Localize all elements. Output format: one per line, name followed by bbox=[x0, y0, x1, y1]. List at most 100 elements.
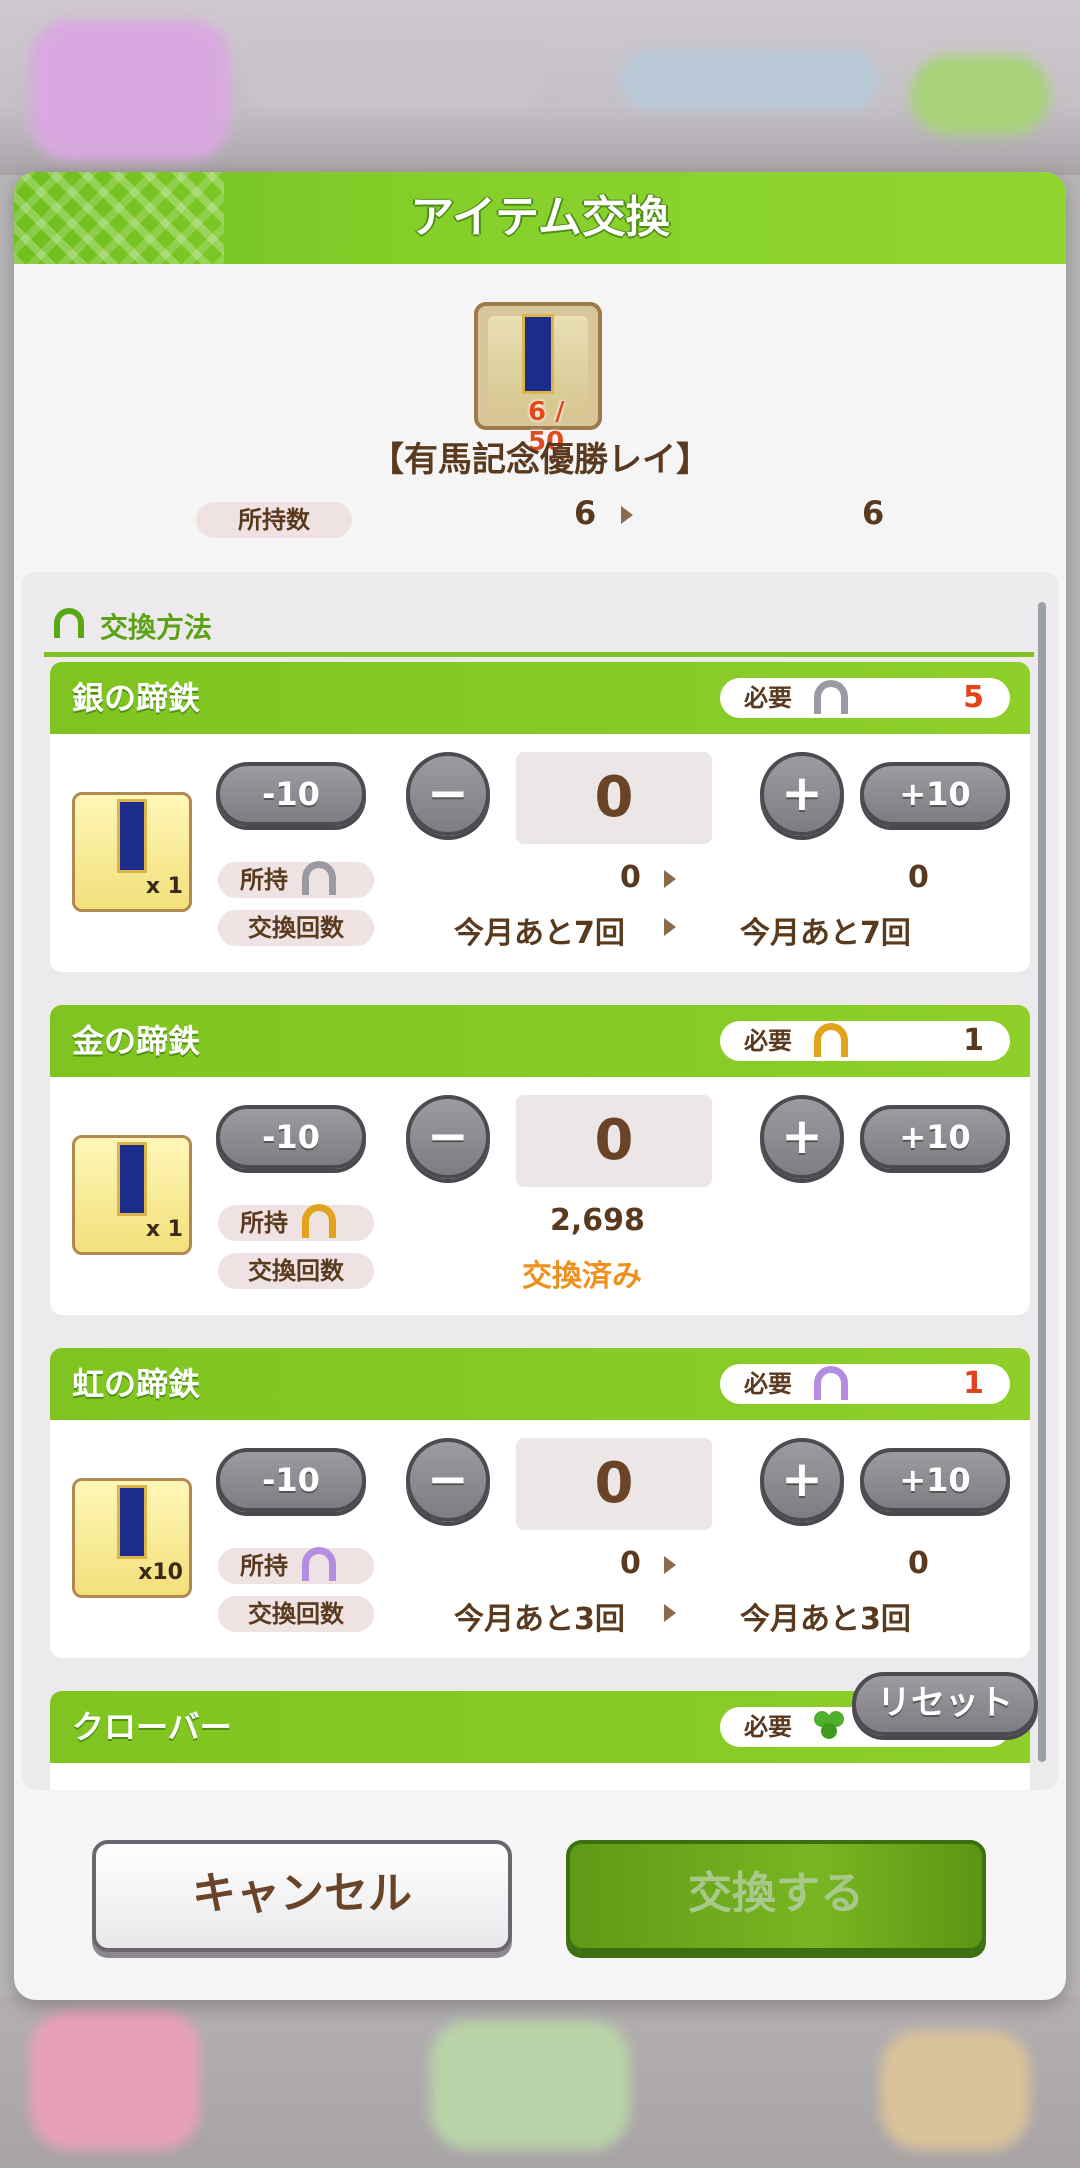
minus-button[interactable]: − bbox=[406, 1095, 490, 1179]
item-icon: 6 / 50 bbox=[474, 302, 602, 457]
card-body: x10 -10 − 0 + +10 所持 0 0 交換回数 今月あと3回 今月あ… bbox=[50, 1420, 1030, 1658]
card-header: 金の蹄鉄 必要 1 bbox=[50, 1005, 1030, 1077]
arrow-right-icon bbox=[664, 918, 676, 936]
background-blob bbox=[430, 2020, 630, 2150]
required-value: 1 bbox=[963, 1023, 984, 1058]
reward-thumbnail: x 1 bbox=[72, 1135, 192, 1255]
rainbow-horseshoe-icon bbox=[814, 1366, 848, 1400]
ribbon-icon bbox=[522, 314, 554, 394]
section-title: 交換方法 bbox=[100, 611, 213, 644]
gold-horseshoe-icon bbox=[814, 1023, 848, 1057]
arrow-right-icon bbox=[621, 506, 633, 524]
background-blob bbox=[30, 2010, 200, 2150]
card-header: 虹の蹄鉄 必要 1 bbox=[50, 1348, 1030, 1420]
card-title: 虹の蹄鉄 bbox=[72, 1365, 201, 1403]
count-before: 今月あと3回 bbox=[454, 1602, 625, 1637]
owned-after: 6 bbox=[862, 494, 885, 532]
owned-before: 0 bbox=[620, 860, 641, 895]
reward-thumbnail: x 1 bbox=[72, 792, 192, 912]
required-value: 1 bbox=[963, 1366, 984, 1401]
card-body: x 1 -10 − 0 + +10 所持 0 0 交換回数 今月あと7回 今月あ… bbox=[50, 734, 1030, 972]
scrollbar[interactable] bbox=[1038, 602, 1046, 1762]
exchange-panel[interactable]: 交換方法 銀の蹄鉄 必要 5 x 1 -10 − 0 + +10 所持 0 0 … bbox=[22, 572, 1058, 1790]
required-label: 必要 bbox=[744, 1370, 792, 1398]
minus-10-button[interactable]: -10 bbox=[216, 1448, 366, 1512]
exchange-count-label: 交換回数 bbox=[218, 1596, 374, 1632]
exchange-card-silver: 銀の蹄鉄 必要 5 x 1 -10 − 0 + +10 所持 0 0 交換回数 … bbox=[50, 662, 1030, 972]
exchange-card-rainbow: 虹の蹄鉄 必要 1 x10 -10 − 0 + +10 所持 0 0 交換回数 … bbox=[50, 1348, 1030, 1658]
owned-before: 2,698 bbox=[550, 1203, 645, 1238]
silver-horseshoe-icon bbox=[302, 861, 336, 895]
plus-button[interactable]: + bbox=[760, 1095, 844, 1179]
required-label: 必要 bbox=[744, 1713, 792, 1741]
exchange-section-header: 交換方法 bbox=[44, 592, 1034, 657]
quantity-display: 0 bbox=[516, 1438, 712, 1530]
background-blob bbox=[245, 50, 545, 110]
plus-10-button[interactable]: +10 bbox=[860, 762, 1010, 826]
arrow-right-icon bbox=[664, 870, 676, 888]
card-title: クローバー bbox=[72, 1708, 232, 1746]
minus-button[interactable]: − bbox=[406, 1438, 490, 1522]
exchange-count-label: 交換回数 bbox=[218, 1253, 374, 1289]
owned-label: 所持 bbox=[240, 1209, 288, 1237]
owned-row-label: 所持 bbox=[218, 1547, 374, 1584]
plus-button[interactable]: + bbox=[760, 752, 844, 836]
rainbow-horseshoe-icon bbox=[302, 1547, 336, 1581]
owned-row-label: 所持 bbox=[218, 861, 374, 898]
owned-after: 0 bbox=[908, 860, 929, 895]
owned-label: 所持 bbox=[240, 866, 288, 894]
exchange-count-label: 交換回数 bbox=[218, 910, 374, 946]
owned-after: 0 bbox=[908, 1546, 929, 1581]
clover-icon bbox=[814, 1711, 846, 1743]
card-header: 銀の蹄鉄 必要 5 bbox=[50, 662, 1030, 734]
card-title: 金の蹄鉄 bbox=[72, 1022, 201, 1060]
reward-thumbnail: x10 bbox=[72, 1478, 192, 1598]
dialog-title: アイテム交換 bbox=[410, 192, 670, 243]
card-title: 銀の蹄鉄 bbox=[72, 679, 201, 717]
ribbon-icon bbox=[117, 1485, 147, 1559]
arrow-right-icon bbox=[664, 1604, 676, 1622]
required-pill: 必要 1 bbox=[720, 1364, 1010, 1404]
reward-quantity: x 1 bbox=[145, 1217, 183, 1242]
owned-row-label: 所持 bbox=[218, 1204, 374, 1241]
reward-quantity: x10 bbox=[138, 1560, 183, 1585]
cancel-button[interactable]: キャンセル bbox=[92, 1840, 512, 1952]
plus-10-button[interactable]: +10 bbox=[860, 1448, 1010, 1512]
reward-quantity: x 1 bbox=[145, 874, 183, 899]
background-blob bbox=[910, 55, 1050, 135]
dialog-header: アイテム交換 bbox=[14, 172, 1066, 264]
owned-label: 所持 bbox=[240, 1552, 288, 1580]
gold-horseshoe-icon bbox=[302, 1204, 336, 1238]
exchange-button[interactable]: 交換する bbox=[566, 1840, 986, 1952]
minus-10-button[interactable]: -10 bbox=[216, 762, 366, 826]
quantity-display: 0 bbox=[516, 1095, 712, 1187]
count-after: 今月あと7回 bbox=[740, 916, 911, 951]
required-value: 5 bbox=[963, 680, 984, 715]
horseshoe-icon bbox=[54, 608, 84, 638]
exchange-card-gold: 金の蹄鉄 必要 1 x 1 -10 − 0 + +10 所持 2,698 交換回… bbox=[50, 1005, 1030, 1315]
quantity-display: 0 bbox=[516, 752, 712, 844]
silver-horseshoe-icon bbox=[814, 680, 848, 714]
count-before: 今月あと7回 bbox=[454, 916, 625, 951]
plus-button[interactable]: + bbox=[760, 1438, 844, 1522]
arrow-right-icon bbox=[664, 1556, 676, 1574]
background-blob bbox=[620, 50, 880, 110]
owned-before: 0 bbox=[620, 1546, 641, 1581]
required-pill: 必要 5 bbox=[720, 678, 1010, 718]
minus-10-button[interactable]: -10 bbox=[216, 1105, 366, 1169]
item-name: 【有馬記念優勝レイ】 bbox=[370, 440, 710, 480]
owned-before: 6 bbox=[574, 494, 597, 532]
count-after: 今月あと3回 bbox=[740, 1602, 911, 1637]
background-blob bbox=[880, 2030, 1030, 2150]
plus-10-button[interactable]: +10 bbox=[860, 1105, 1010, 1169]
background-blob bbox=[30, 20, 230, 160]
minus-button[interactable]: − bbox=[406, 752, 490, 836]
required-label: 必要 bbox=[744, 684, 792, 712]
ribbon-icon bbox=[117, 1142, 147, 1216]
card-body: x 1 -10 − 0 + +10 所持 2,698 交換回数 交換済み bbox=[50, 1077, 1030, 1315]
required-pill: 必要 1 bbox=[720, 1021, 1010, 1061]
item-exchange-dialog: アイテム交換 6 / 50 【有馬記念優勝レイ】 所持数 6 6 交換方法 銀の… bbox=[14, 172, 1066, 2000]
owned-label: 所持数 bbox=[196, 502, 352, 538]
exchange-status: 交換済み bbox=[522, 1259, 642, 1294]
reset-button[interactable]: リセット bbox=[852, 1672, 1038, 1736]
